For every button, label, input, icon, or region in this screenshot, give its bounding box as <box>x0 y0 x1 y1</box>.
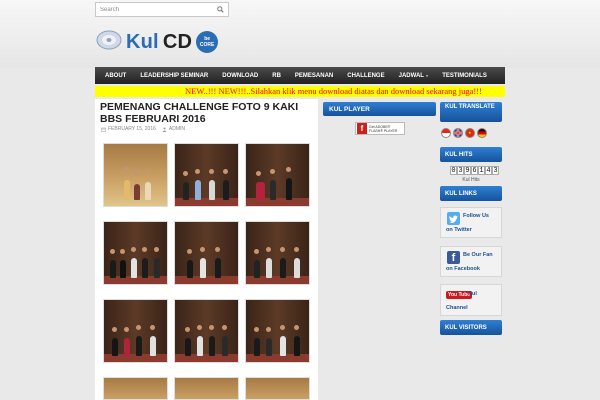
gallery-photo[interactable] <box>174 221 239 285</box>
main-content: PEMENANG CHALLENGE FOTO 9 KAKI BBS FEBRU… <box>95 99 318 400</box>
logo-kul: Kul <box>126 30 159 53</box>
widget-header-kul-player: KUL PLAYER <box>323 102 436 116</box>
twitter-line2: on Twitter <box>446 227 472 233</box>
logo-badge-bottom: CORE <box>199 42 215 48</box>
hit-digit: 0 <box>450 166 457 175</box>
language-flags: ★ <box>441 128 487 138</box>
hit-digit: 1 <box>478 166 485 175</box>
nav-item-download[interactable]: DOWNLOAD <box>215 67 265 84</box>
nav-item-testimonials[interactable]: TESTIMONIALS <box>435 67 494 84</box>
hit-digit: 3 <box>457 166 464 175</box>
header-background <box>0 0 600 68</box>
nav-item-about[interactable]: ABOUT <box>98 67 133 84</box>
facebook-icon: f <box>447 251 460 264</box>
site-logo[interactable]: Kul CD be CORE <box>96 27 219 58</box>
hit-digit: 3 <box>492 166 499 175</box>
hit-digit: 9 <box>464 166 471 175</box>
player-widget: KUL PLAYER f Get ADOBE® FLASH® PLAYER <box>323 102 436 135</box>
nav-item-challenge[interactable]: CHALLENGE <box>340 67 391 84</box>
post-title[interactable]: PEMENANG CHALLENGE FOTO 9 KAKI BBS FEBRU… <box>100 101 315 125</box>
logo-text: Kul CD <box>126 31 192 54</box>
logo-cd: CD <box>162 30 193 53</box>
user-icon <box>162 127 167 132</box>
widget-header-kul-translate: KUL TRANSLATE <box>440 102 502 122</box>
hits-label: Kul Hits <box>462 177 480 183</box>
nav-item-leadership-seminar[interactable]: LEADERSHIP SEMINAR <box>133 67 215 84</box>
flash-label: Get ADOBE® FLASH® PLAYER <box>369 125 397 133</box>
facebook-line2: on Facebook <box>446 266 480 272</box>
post-date: FEBRUARY 15, 2016 <box>108 126 156 132</box>
widget-header-kul-links: KUL LINKS <box>440 186 502 201</box>
widget-header-kul-hits: KUL HITS <box>440 147 502 162</box>
gallery-photo[interactable] <box>103 377 168 400</box>
search-box[interactable] <box>95 2 229 17</box>
gallery-photo[interactable] <box>103 221 168 285</box>
hit-digit: 6 <box>471 166 478 175</box>
widget-header-kul-visitors: KUL VISITORS <box>440 320 502 335</box>
visitors-widget: KUL VISITORS <box>440 320 502 335</box>
gallery-photo[interactable] <box>245 143 310 207</box>
hits-widget: KUL HITS <box>440 147 502 162</box>
flag-indonesia-icon[interactable] <box>441 128 451 138</box>
nav-item-rb[interactable]: RB <box>265 67 288 84</box>
flag-uk-icon[interactable] <box>453 128 463 138</box>
gallery-photo[interactable] <box>245 299 310 363</box>
youtube-line2: Channel <box>446 305 468 311</box>
nav-item-jadwal-label: JADWAL <box>398 72 424 79</box>
get-flash-player-button[interactable]: f Get ADOBE® FLASH® PLAYER <box>355 122 405 135</box>
links-widget: KUL LINKS <box>440 186 502 201</box>
twitter-icon <box>447 212 460 225</box>
flag-germany-icon[interactable] <box>477 128 487 138</box>
post-author[interactable]: ADMIN <box>169 126 185 132</box>
calendar-icon <box>101 127 106 132</box>
hit-counter: 0 3 9 6 1 4 3 <box>450 166 499 175</box>
gallery-photo[interactable] <box>174 143 239 207</box>
flash-icon: f <box>357 123 367 134</box>
facebook-link[interactable]: f Be Our Fan on Facebook <box>440 246 502 277</box>
logo-badge: be CORE <box>196 31 219 53</box>
gallery-photo[interactable] <box>174 299 239 363</box>
gallery-photo[interactable] <box>245 377 310 400</box>
youtube-line1: Kul <box>468 291 477 297</box>
gallery-photo[interactable] <box>245 221 310 285</box>
facebook-line1: Be Our Fan <box>463 252 493 258</box>
submenu-arrow-icon: » <box>425 73 429 78</box>
gallery-photo[interactable] <box>103 143 168 207</box>
post-meta: FEBRUARY 15, 2016 ADMIN <box>101 126 187 132</box>
youtube-link[interactable]: You Tube Kul Channel <box>440 284 502 316</box>
nav-item-pemesanan[interactable]: PEMESANAN <box>288 67 340 84</box>
translate-widget: KUL TRANSLATE ★ <box>440 102 502 138</box>
gallery-photo[interactable] <box>174 377 239 400</box>
cd-disc-icon <box>96 27 122 58</box>
flash-line2: FLASH® PLAYER <box>369 128 398 133</box>
announcement-marquee: NEW..!!! NEW!!!..Silahkan klik menu down… <box>95 86 505 97</box>
twitter-link[interactable]: Follow Us on Twitter <box>440 207 502 238</box>
marquee-text: NEW..!!! NEW!!!..Silahkan klik menu down… <box>185 86 482 96</box>
search-icon[interactable] <box>214 3 226 16</box>
flag-china-icon[interactable]: ★ <box>465 128 475 138</box>
main-nav: ABOUT LEADERSHIP SEMINAR DOWNLOAD RB PEM… <box>95 67 505 84</box>
search-input[interactable] <box>96 3 214 16</box>
gallery-photo[interactable] <box>103 299 168 363</box>
twitter-line1: Follow Us <box>463 213 489 219</box>
nav-item-jadwal[interactable]: JADWAL» <box>392 67 436 84</box>
hit-digit: 4 <box>485 166 492 175</box>
